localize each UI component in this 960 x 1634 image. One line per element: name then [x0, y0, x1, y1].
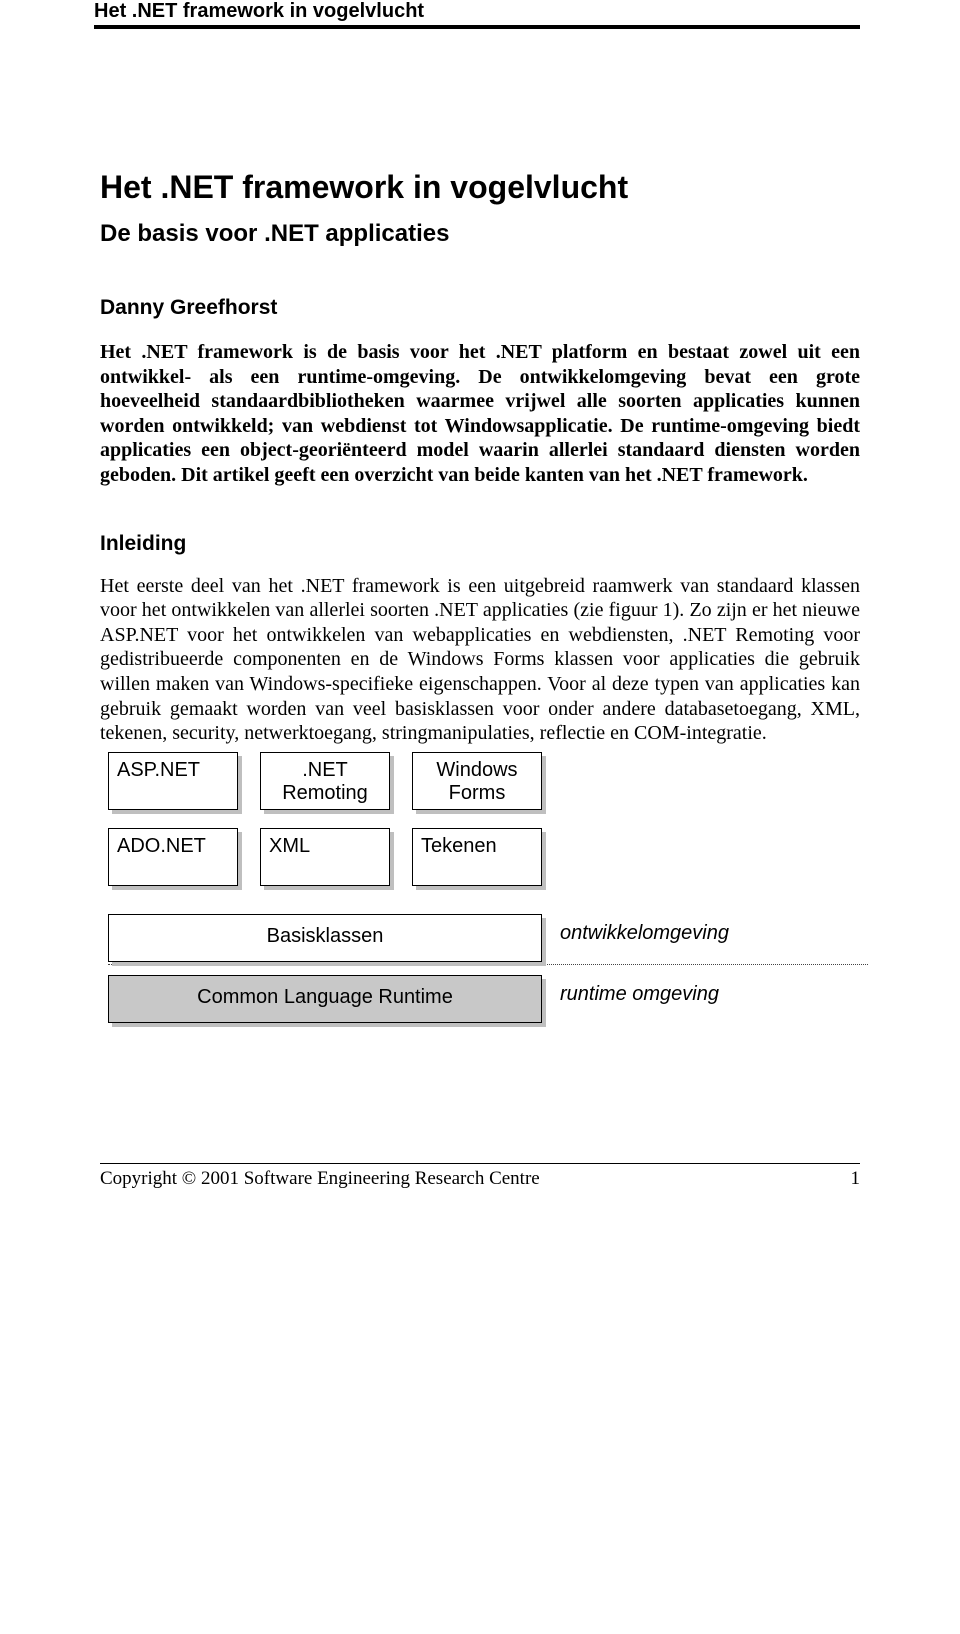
running-header: Het .NET framework in vogelvlucht — [94, 0, 860, 29]
diagram-annotation-ontwikkel: ontwikkelomgeving — [560, 914, 729, 945]
diagram-box-basisklassen: Basisklassen — [108, 914, 542, 962]
diagram-box-tekenen: Tekenen — [412, 828, 542, 886]
abstract-paragraph: Het .NET framework is de basis voor het … — [100, 340, 860, 488]
footer-page-number: 1 — [851, 1168, 861, 1190]
body-paragraph: Het eerste deel van het .NET framework i… — [100, 574, 860, 746]
diagram-box-clr: Common Language Runtime — [108, 975, 542, 1023]
footer-rule — [100, 1163, 860, 1164]
footer-copyright: Copyright © 2001 Software Engineering Re… — [100, 1168, 540, 1190]
diagram-box-adonet: ADO.NET — [108, 828, 238, 886]
diagram-box-winforms: Windows Forms — [412, 752, 542, 810]
author-name: Danny Greefhorst — [100, 296, 860, 320]
architecture-diagram: ASP.NET .NET Remoting Windows Forms ADO.… — [108, 752, 860, 1023]
page-subtitle: De basis voor .NET applicaties — [100, 220, 860, 248]
diagram-annotation-runtime: runtime omgeving — [560, 975, 719, 1006]
diagram-box-xml: XML — [260, 828, 390, 886]
page-title: Het .NET framework in vogelvlucht — [100, 169, 860, 206]
diagram-box-aspnet: ASP.NET — [108, 752, 238, 810]
diagram-divider — [108, 964, 868, 965]
diagram-box-remoting: .NET Remoting — [260, 752, 390, 810]
section-heading-inleiding: Inleiding — [100, 532, 860, 556]
